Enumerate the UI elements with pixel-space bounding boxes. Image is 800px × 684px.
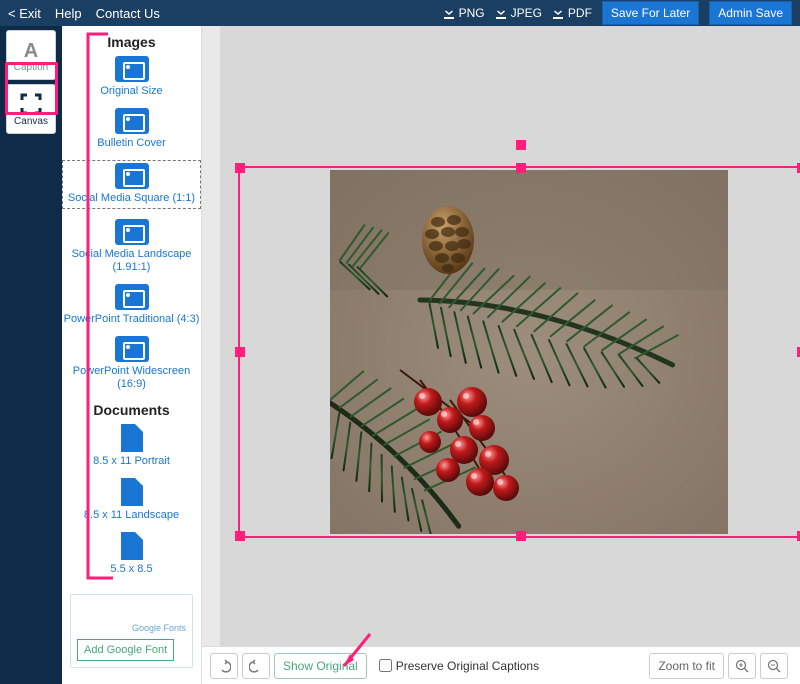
expand-icon (19, 92, 43, 116)
download-png[interactable]: PNG (443, 6, 485, 20)
image-icon (115, 336, 149, 362)
canvas-option-ppt-traditional[interactable]: PowerPoint Traditional (4:3) (62, 284, 201, 326)
documents-section-title: Documents (62, 402, 201, 418)
opt-label: Social Media Square (1:1) (68, 192, 195, 205)
canvas-option-ppt-widescreen[interactable]: PowerPoint Widescreen (16:9) (62, 336, 201, 391)
download-icon (443, 7, 455, 19)
document-icon (121, 424, 143, 452)
download-jpeg-label: JPEG (511, 6, 542, 20)
admin-save-button[interactable]: Admin Save (709, 1, 792, 25)
add-google-font-button[interactable]: Add Google Font (77, 639, 174, 661)
undo-icon (217, 659, 231, 673)
undo-button[interactable] (210, 653, 238, 679)
google-fonts-box: Google Fonts Add Google Font (70, 594, 193, 668)
download-png-label: PNG (459, 6, 485, 20)
image-icon (115, 163, 149, 189)
zoom-out-button[interactable] (760, 653, 788, 679)
crop-selection[interactable] (238, 166, 800, 538)
opt-label: PowerPoint Widescreen (16:9) (62, 365, 201, 391)
preserve-captions-checkbox[interactable]: Preserve Original Captions (379, 659, 539, 673)
zoom-in-button[interactable] (728, 653, 756, 679)
resize-handle-bc[interactable] (516, 531, 526, 541)
google-fonts-link[interactable]: Google Fonts (77, 623, 186, 633)
canvas-option-bulletin-cover[interactable]: Bulletin Cover (62, 108, 201, 150)
canvas-option-social-square[interactable]: Social Media Square (1:1) (62, 160, 201, 208)
document-icon (121, 478, 143, 506)
image-icon (115, 108, 149, 134)
save-for-later-button[interactable]: Save For Later (602, 1, 699, 25)
caption-tool-label: Caption (14, 62, 48, 73)
opt-label: 8.5 x 11 Portrait (93, 455, 170, 468)
help-link[interactable]: Help (55, 6, 82, 21)
document-icon (121, 532, 143, 560)
opt-label: Bulletin Cover (97, 137, 165, 150)
canvas-tool-label: Canvas (14, 116, 48, 127)
opt-label: Social Media Landscape (1.91:1) (62, 248, 201, 274)
redo-icon (249, 659, 263, 673)
opt-label: PowerPoint Traditional (4:3) (64, 313, 200, 326)
bottom-toolbar: Show Original Preserve Original Captions… (202, 646, 800, 684)
resize-handle-bl[interactable] (235, 531, 245, 541)
canvas-area: Show Original Preserve Original Captions… (202, 26, 800, 684)
resize-handle-tl[interactable] (235, 163, 245, 173)
show-original-button[interactable]: Show Original (274, 653, 367, 679)
opt-label: Original Size (100, 85, 162, 98)
zoom-in-icon (735, 659, 749, 673)
canvas-background[interactable] (220, 26, 800, 646)
exit-link[interactable]: < Exit (8, 6, 41, 21)
redo-button[interactable] (242, 653, 270, 679)
svg-text:A: A (24, 40, 38, 62)
download-pdf[interactable]: PDF (552, 6, 592, 20)
opt-label: 8.5 x 11 Landscape (84, 509, 179, 522)
zoom-to-fit-button[interactable]: Zoom to fit (649, 653, 724, 679)
canvas-option-half-letter[interactable]: 5.5 x 8.5 (62, 532, 201, 576)
download-jpeg[interactable]: JPEG (495, 6, 542, 20)
images-section-title: Images (62, 34, 201, 50)
zoom-out-icon (767, 659, 781, 673)
canvas-tool[interactable]: Canvas (6, 84, 56, 134)
top-menu-bar: < Exit Help Contact Us PNG JPEG PDF Save… (0, 0, 800, 26)
image-icon (115, 219, 149, 245)
download-icon (495, 7, 507, 19)
image-icon (115, 56, 149, 82)
opt-label: 5.5 x 8.5 (110, 563, 152, 576)
download-pdf-label: PDF (568, 6, 592, 20)
left-rail: A Caption Canvas (0, 26, 62, 684)
caption-tool[interactable]: A Caption (6, 30, 56, 80)
resize-handle-ml[interactable] (235, 347, 245, 357)
preserve-captions-input[interactable] (379, 659, 392, 672)
contact-link[interactable]: Contact Us (96, 6, 160, 21)
side-panel: Images Original Size Bulletin Cover Soci… (62, 26, 202, 684)
canvas-option-original-size[interactable]: Original Size (62, 56, 201, 98)
resize-handle-tc[interactable] (516, 163, 526, 173)
canvas-option-landscape[interactable]: 8.5 x 11 Landscape (62, 478, 201, 522)
canvas-option-social-landscape[interactable]: Social Media Landscape (1.91:1) (62, 219, 201, 274)
download-icon (552, 7, 564, 19)
canvas-option-portrait[interactable]: 8.5 x 11 Portrait (62, 424, 201, 468)
preserve-captions-label: Preserve Original Captions (396, 659, 539, 673)
rotate-handle[interactable] (516, 140, 526, 150)
image-icon (115, 284, 149, 310)
text-icon: A (19, 38, 43, 62)
